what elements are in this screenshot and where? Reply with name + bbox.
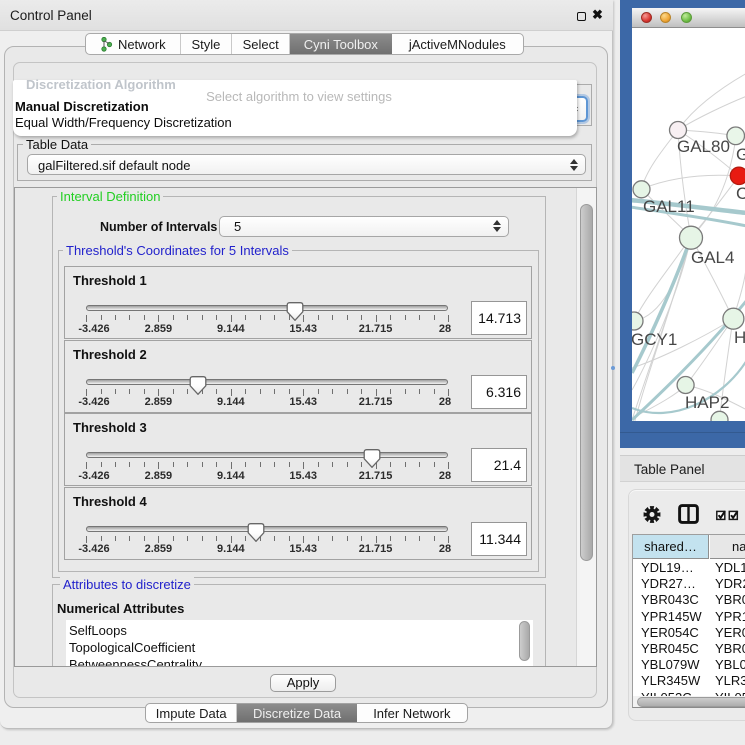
svg-text:HAP2: HAP2	[685, 393, 729, 412]
svg-text:GA: GA	[736, 145, 745, 164]
svg-text:GAL80: GAL80	[677, 137, 730, 156]
svg-text:GCY1: GCY1	[632, 330, 677, 349]
svg-text:H: H	[734, 328, 745, 347]
svg-text:GAL4: GAL4	[691, 248, 734, 267]
svg-text:C: C	[736, 184, 745, 203]
svg-text:GAL11: GAL11	[643, 197, 695, 216]
